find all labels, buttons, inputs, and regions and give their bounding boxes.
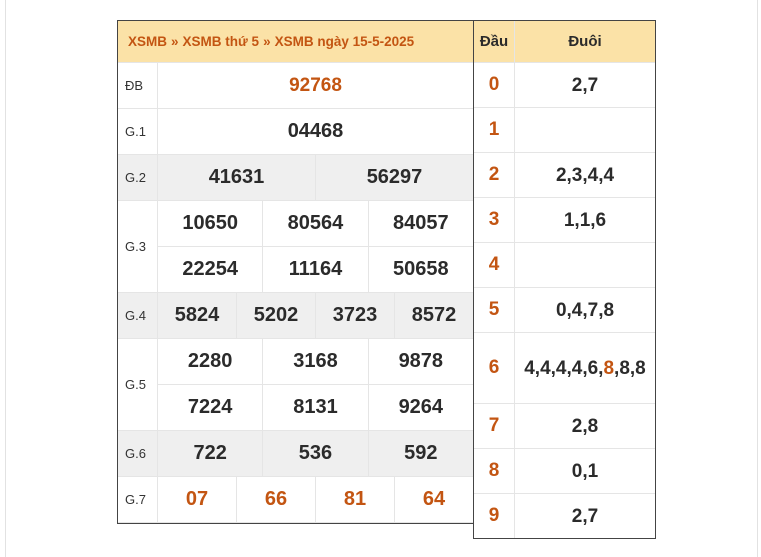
prize-number: 07 (185, 488, 209, 510)
tail-digit-highlight: 8 (603, 357, 615, 379)
prize-row: ĐB 92768 (118, 63, 473, 109)
prize-number: 92768 (289, 74, 342, 96)
head-digit: 0 (474, 63, 515, 107)
prize-number: 9878 (367, 339, 473, 384)
head-tail-header: Đầu Đuôi (474, 21, 655, 63)
head-tail-row: 4 (474, 243, 655, 288)
prize-number: 3168 (262, 339, 367, 384)
breadcrumb-separator: » (263, 34, 271, 49)
prize-row: G.2 41631 56297 (118, 155, 473, 201)
head-tail-table: Đầu Đuôi 0 2,7 1 2 2,3,4,4 3 1,1,6 4 5 0,4,7,8 6 4,… (473, 20, 656, 539)
head-tail-row: 5 0,4,7,8 (474, 288, 655, 333)
prize-number: 536 (262, 431, 367, 476)
prize-label: G.4 (118, 293, 158, 338)
tail-digits (515, 243, 655, 287)
prize-number: 7224 (187, 396, 233, 418)
prize-number: 3723 (315, 293, 394, 338)
head-tail-row: 7 2,8 (474, 404, 655, 449)
prize-number: 5202 (236, 293, 315, 338)
tail-digits: 2,3,4,4 (555, 164, 615, 186)
head-tail-rows: 0 2,7 1 2 2,3,4,4 3 1,1,6 4 5 0,4,7,8 6 4,4,4,4,6,8… (474, 63, 655, 538)
tail-digit-part: 4,4,4,4,6, (524, 357, 604, 379)
breadcrumb-link-xsmb-thu-5[interactable]: XSMB thứ 5 (183, 34, 260, 49)
prize-label: G.5 (118, 339, 158, 430)
prize-number: 8131 (262, 385, 367, 430)
head-digit: 8 (474, 449, 515, 493)
prize-number: 5824 (174, 304, 220, 326)
tail-digits (515, 108, 655, 152)
tail-digits: 2,8 (571, 415, 599, 437)
tail-digits: 2,7 (571, 505, 599, 527)
prize-number: 2280 (187, 350, 233, 372)
prize-number: 64 (394, 477, 473, 522)
prize-label: G.7 (118, 477, 158, 522)
tail-digits: 0,4,7,8 (555, 299, 615, 321)
results-table: XSMB » XSMB thứ 5 » XSMB ngày 15-5-2025 … (117, 20, 473, 524)
page-right-border (757, 0, 758, 557)
prize-number: 592 (367, 431, 473, 476)
prize-number: 81 (315, 477, 394, 522)
breadcrumb: XSMB » XSMB thứ 5 » XSMB ngày 15-5-2025 (118, 21, 473, 63)
prize-number: 04468 (287, 120, 344, 142)
tail-column-title: Đuôi (568, 33, 602, 50)
prize-number: 10650 (182, 212, 238, 234)
tail-digits: 1,1,6 (563, 209, 607, 231)
prize-number: 66 (236, 477, 315, 522)
head-digit: 2 (474, 153, 515, 197)
head-digit: 1 (474, 108, 515, 152)
prize-row: G.7 07 66 81 64 (118, 477, 473, 523)
prize-row: G.4 5824 5202 3723 8572 (118, 293, 473, 339)
page-left-border (5, 0, 6, 557)
prize-number: 722 (193, 442, 227, 464)
prize-row: G.6 722 536 592 (118, 431, 473, 477)
head-digit: 9 (474, 494, 515, 538)
breadcrumb-link-xsmb-date[interactable]: XSMB ngày 15-5-2025 (275, 34, 415, 49)
breadcrumb-separator: » (171, 34, 179, 49)
prize-number: 11164 (262, 247, 367, 292)
head-digit: 7 (474, 404, 515, 448)
prize-number: 56297 (315, 155, 473, 200)
tail-digit-part: ,8,8 (614, 357, 646, 379)
head-tail-row: 9 2,7 (474, 494, 655, 538)
tail-digits: 4,4,4,4,6,8,8,8 (515, 333, 655, 403)
prize-label: G.2 (118, 155, 158, 200)
prize-row: G.5 2280 3168 9878 7224 8131 9264 (118, 339, 473, 431)
head-tail-row: 0 2,7 (474, 63, 655, 108)
prize-number: 9264 (367, 385, 473, 430)
prize-label: G.1 (118, 109, 158, 154)
prize-rows: ĐB 92768 G.1 04468 G.2 41631 56297 G.3 10650 8056… (118, 63, 473, 523)
head-tail-row: 2 2,3,4,4 (474, 153, 655, 198)
prize-row: G.1 04468 (118, 109, 473, 155)
breadcrumb-link-xsmb[interactable]: XSMB (128, 34, 167, 49)
prize-number: 84057 (367, 201, 473, 246)
head-digit: 4 (474, 243, 515, 287)
prize-number: 8572 (394, 293, 473, 338)
tail-digits: 0,1 (571, 460, 599, 482)
head-column-title: Đầu (474, 21, 515, 62)
prize-number: 80564 (262, 201, 367, 246)
head-tail-row: 6 4,4,4,4,6,8,8,8 (474, 333, 655, 404)
prize-row: G.3 10650 80564 84057 22254 11164 50658 (118, 201, 473, 293)
prize-number: 22254 (182, 258, 238, 280)
head-tail-row: 8 0,1 (474, 449, 655, 494)
head-digit: 3 (474, 198, 515, 242)
head-tail-row: 3 1,1,6 (474, 198, 655, 243)
head-digit: 5 (474, 288, 515, 332)
head-digit: 6 (474, 333, 515, 403)
prize-label: G.3 (118, 201, 158, 292)
prize-label: ĐB (118, 63, 158, 108)
prize-number: 50658 (367, 247, 473, 292)
tail-digits: 2,7 (571, 74, 599, 96)
prize-label: G.6 (118, 431, 158, 476)
head-tail-row: 1 (474, 108, 655, 153)
prize-number: 41631 (208, 166, 265, 188)
